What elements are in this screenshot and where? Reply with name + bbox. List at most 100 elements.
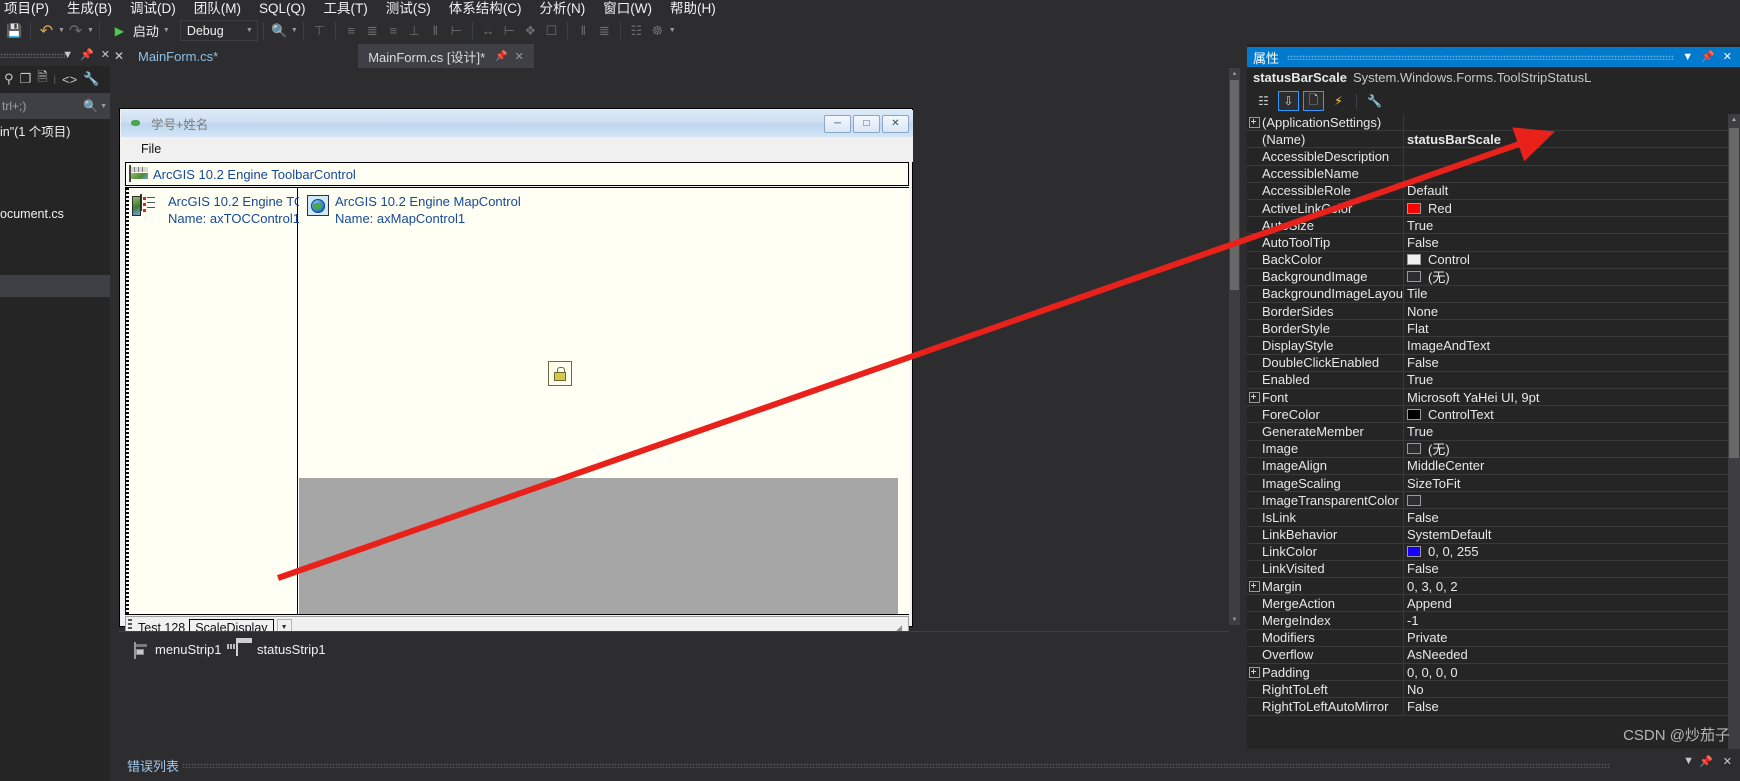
minimize-icon[interactable]: ─	[824, 114, 851, 133]
property-value-cell[interactable]: Private	[1404, 629, 1728, 646]
property-row[interactable]: BorderStyle Flat	[1247, 319, 1728, 338]
menu-item-window[interactable]: 窗口(W)	[594, 0, 661, 17]
property-value-cell[interactable]: SizeToFit	[1404, 475, 1728, 492]
property-row[interactable]: MergeAction Append	[1247, 594, 1728, 613]
property-row[interactable]: IsLink False	[1247, 508, 1728, 527]
events-bolt-icon[interactable]: ⚡	[1328, 91, 1349, 111]
property-value-cell[interactable]: False	[1404, 234, 1728, 251]
properties-window-icon[interactable]: 🗎	[37, 68, 47, 90]
property-value-cell[interactable]: (无)	[1404, 268, 1728, 285]
property-value-cell[interactable]: ImageAndText	[1404, 337, 1728, 354]
property-value-cell[interactable]: Microsoft YaHei UI, 9pt	[1404, 389, 1728, 406]
property-value-cell[interactable]: Red	[1404, 200, 1728, 217]
tab-mainform-cs[interactable]: MainForm.cs*	[128, 44, 228, 68]
close-icon[interactable]: ✕	[882, 114, 909, 133]
scroll-up-icon[interactable]: ▲	[1229, 68, 1240, 79]
property-value-cell[interactable]: Default	[1404, 182, 1728, 199]
properties-page-icon[interactable]: 🗋	[1303, 91, 1324, 111]
arcgis-mapcontrol[interactable]: ArcGIS 10.2 Engine MapControl Name: axMa…	[299, 188, 910, 614]
property-row[interactable]: ImageScaling SizeToFit	[1247, 474, 1728, 493]
tab-pin-icon[interactable]: 📌	[495, 51, 507, 62]
property-value-cell[interactable]: statusBarScale	[1404, 131, 1728, 148]
toolbar-overflow-icon[interactable]: ▼	[669, 27, 676, 34]
property-value-cell[interactable]: ControlText	[1404, 406, 1728, 423]
solution-root-node[interactable]: in"(1 个项目)	[0, 120, 110, 140]
property-row[interactable]: ForeColor ControlText	[1247, 405, 1728, 424]
solution-explorer-search[interactable]: trl+;) 🔍 ▼	[0, 93, 110, 119]
property-value-cell[interactable]: False	[1404, 560, 1728, 577]
menu-item-project[interactable]: 项目(P)	[0, 0, 58, 17]
maximize-icon[interactable]: □	[853, 114, 880, 133]
property-row[interactable]: RightToLeftAutoMirror False	[1247, 697, 1728, 716]
property-value-cell[interactable]: 0, 3, 0, 2	[1404, 578, 1728, 595]
property-value-cell[interactable]: MiddleCenter	[1404, 457, 1728, 474]
property-value-cell[interactable]: None	[1404, 303, 1728, 320]
start-chevron-down-icon[interactable]: ▼	[163, 27, 170, 34]
pin-icon[interactable]: 📌	[80, 49, 94, 61]
tray-item-menustrip1[interactable]: menuStrip1	[134, 641, 221, 659]
search-icon[interactable]: ⚲	[4, 71, 14, 87]
undo-chevron-down-icon[interactable]: ▼	[58, 27, 65, 34]
property-value-cell[interactable]: (无)	[1404, 440, 1728, 457]
property-value-cell[interactable]	[1404, 165, 1728, 182]
property-value-cell[interactable]: False	[1404, 509, 1728, 526]
property-row[interactable]: LinkColor 0, 0, 255	[1247, 543, 1728, 561]
scroll-down-icon[interactable]: ▼	[1229, 614, 1240, 625]
property-value-cell[interactable]: Control	[1404, 251, 1728, 268]
scroll-up-icon[interactable]: ▲	[1728, 114, 1740, 126]
close-icon[interactable]: ✕	[101, 49, 110, 61]
property-row[interactable]: ActiveLinkColor Red	[1247, 199, 1728, 218]
menu-item-analyze[interactable]: 分析(N)	[531, 0, 595, 17]
find-chevron-down-icon[interactable]: ▼	[291, 27, 298, 34]
menu-item-architecture[interactable]: 体系结构(C)	[440, 0, 531, 17]
chevron-down-icon[interactable]: ▼	[1682, 51, 1701, 63]
property-row[interactable]: DoubleClickEnabled False	[1247, 354, 1728, 372]
property-row[interactable]: GenerateMember True	[1247, 422, 1728, 441]
property-value-cell[interactable]: Tile	[1404, 285, 1728, 302]
error-list-title[interactable]: 错误列表	[127, 756, 179, 775]
property-row[interactable]: BackgroundImageLayout Tile	[1247, 285, 1728, 304]
pin-icon[interactable]: 📌	[1699, 755, 1713, 768]
close-icon[interactable]: ✕	[1723, 51, 1740, 63]
property-row[interactable]: DisplayStyle ImageAndText	[1247, 337, 1728, 355]
tabstrip-close-icon[interactable]: ✕	[110, 44, 128, 68]
expand-plus-icon[interactable]	[1247, 578, 1262, 595]
pin-icon[interactable]: 📌	[1701, 51, 1723, 63]
categorized-icon[interactable]: ☷	[1253, 91, 1274, 111]
property-row[interactable]: ImageAlign MiddleCenter	[1247, 457, 1728, 475]
expand-plus-icon[interactable]	[1247, 114, 1262, 131]
toc-resize-handle[interactable]	[126, 188, 129, 614]
property-row[interactable]: Font Microsoft YaHei UI, 9pt	[1247, 388, 1728, 407]
property-pages-wrench-icon[interactable]: 🔧	[1364, 91, 1385, 111]
property-value-cell[interactable]	[1404, 492, 1728, 509]
expand-plus-icon[interactable]	[1247, 664, 1262, 681]
menustrip-item-file[interactable]: File	[121, 142, 161, 156]
property-value-cell[interactable]: 0, 0, 0, 0	[1404, 664, 1728, 681]
property-row[interactable]: LinkBehavior SystemDefault	[1247, 526, 1728, 544]
arcgis-toolbarcontrol[interactable]: ArcGIS 10.2 Engine ToolbarControl	[125, 162, 909, 186]
property-row[interactable]: Modifiers Private	[1247, 629, 1728, 647]
property-row[interactable]: AccessibleRole Default	[1247, 182, 1728, 200]
alphabetical-sort-icon[interactable]: ⇩	[1278, 91, 1299, 111]
properties-selection-combo[interactable]: statusBarScale System.Windows.Forms.Tool…	[1247, 67, 1740, 88]
property-value-cell[interactable]: True	[1404, 371, 1728, 388]
property-value-cell[interactable]: False	[1404, 698, 1728, 715]
menu-item-help[interactable]: 帮助(H)	[661, 0, 725, 17]
tab-close-icon[interactable]: ✕	[515, 50, 524, 63]
property-value-cell[interactable]: SystemDefault	[1404, 526, 1728, 543]
property-row[interactable]: Margin 0, 3, 0, 2	[1247, 577, 1728, 596]
property-row[interactable]: Padding 0, 0, 0, 0	[1247, 663, 1728, 682]
property-value-cell[interactable]: -1	[1404, 612, 1728, 629]
start-debug-button[interactable]: ▶ 启动 ▼	[105, 20, 174, 41]
property-row[interactable]: MergeIndex -1	[1247, 612, 1728, 630]
save-icon[interactable]: 💾	[4, 20, 25, 41]
tray-item-statusstrip1[interactable]: statusStrip1	[227, 642, 326, 657]
show-all-files-icon[interactable]: <>	[62, 72, 77, 87]
wrench-icon[interactable]: 🔧	[83, 71, 99, 87]
collapse-all-icon[interactable]: ❐	[20, 71, 32, 87]
close-icon[interactable]: ✕	[1723, 755, 1732, 768]
property-row[interactable]: AccessibleName	[1247, 165, 1728, 183]
scrollbar-thumb[interactable]	[1729, 128, 1739, 458]
menu-item-sql[interactable]: SQL(Q)	[250, 0, 315, 17]
property-row[interactable]: (ApplicationSettings)	[1247, 114, 1728, 132]
